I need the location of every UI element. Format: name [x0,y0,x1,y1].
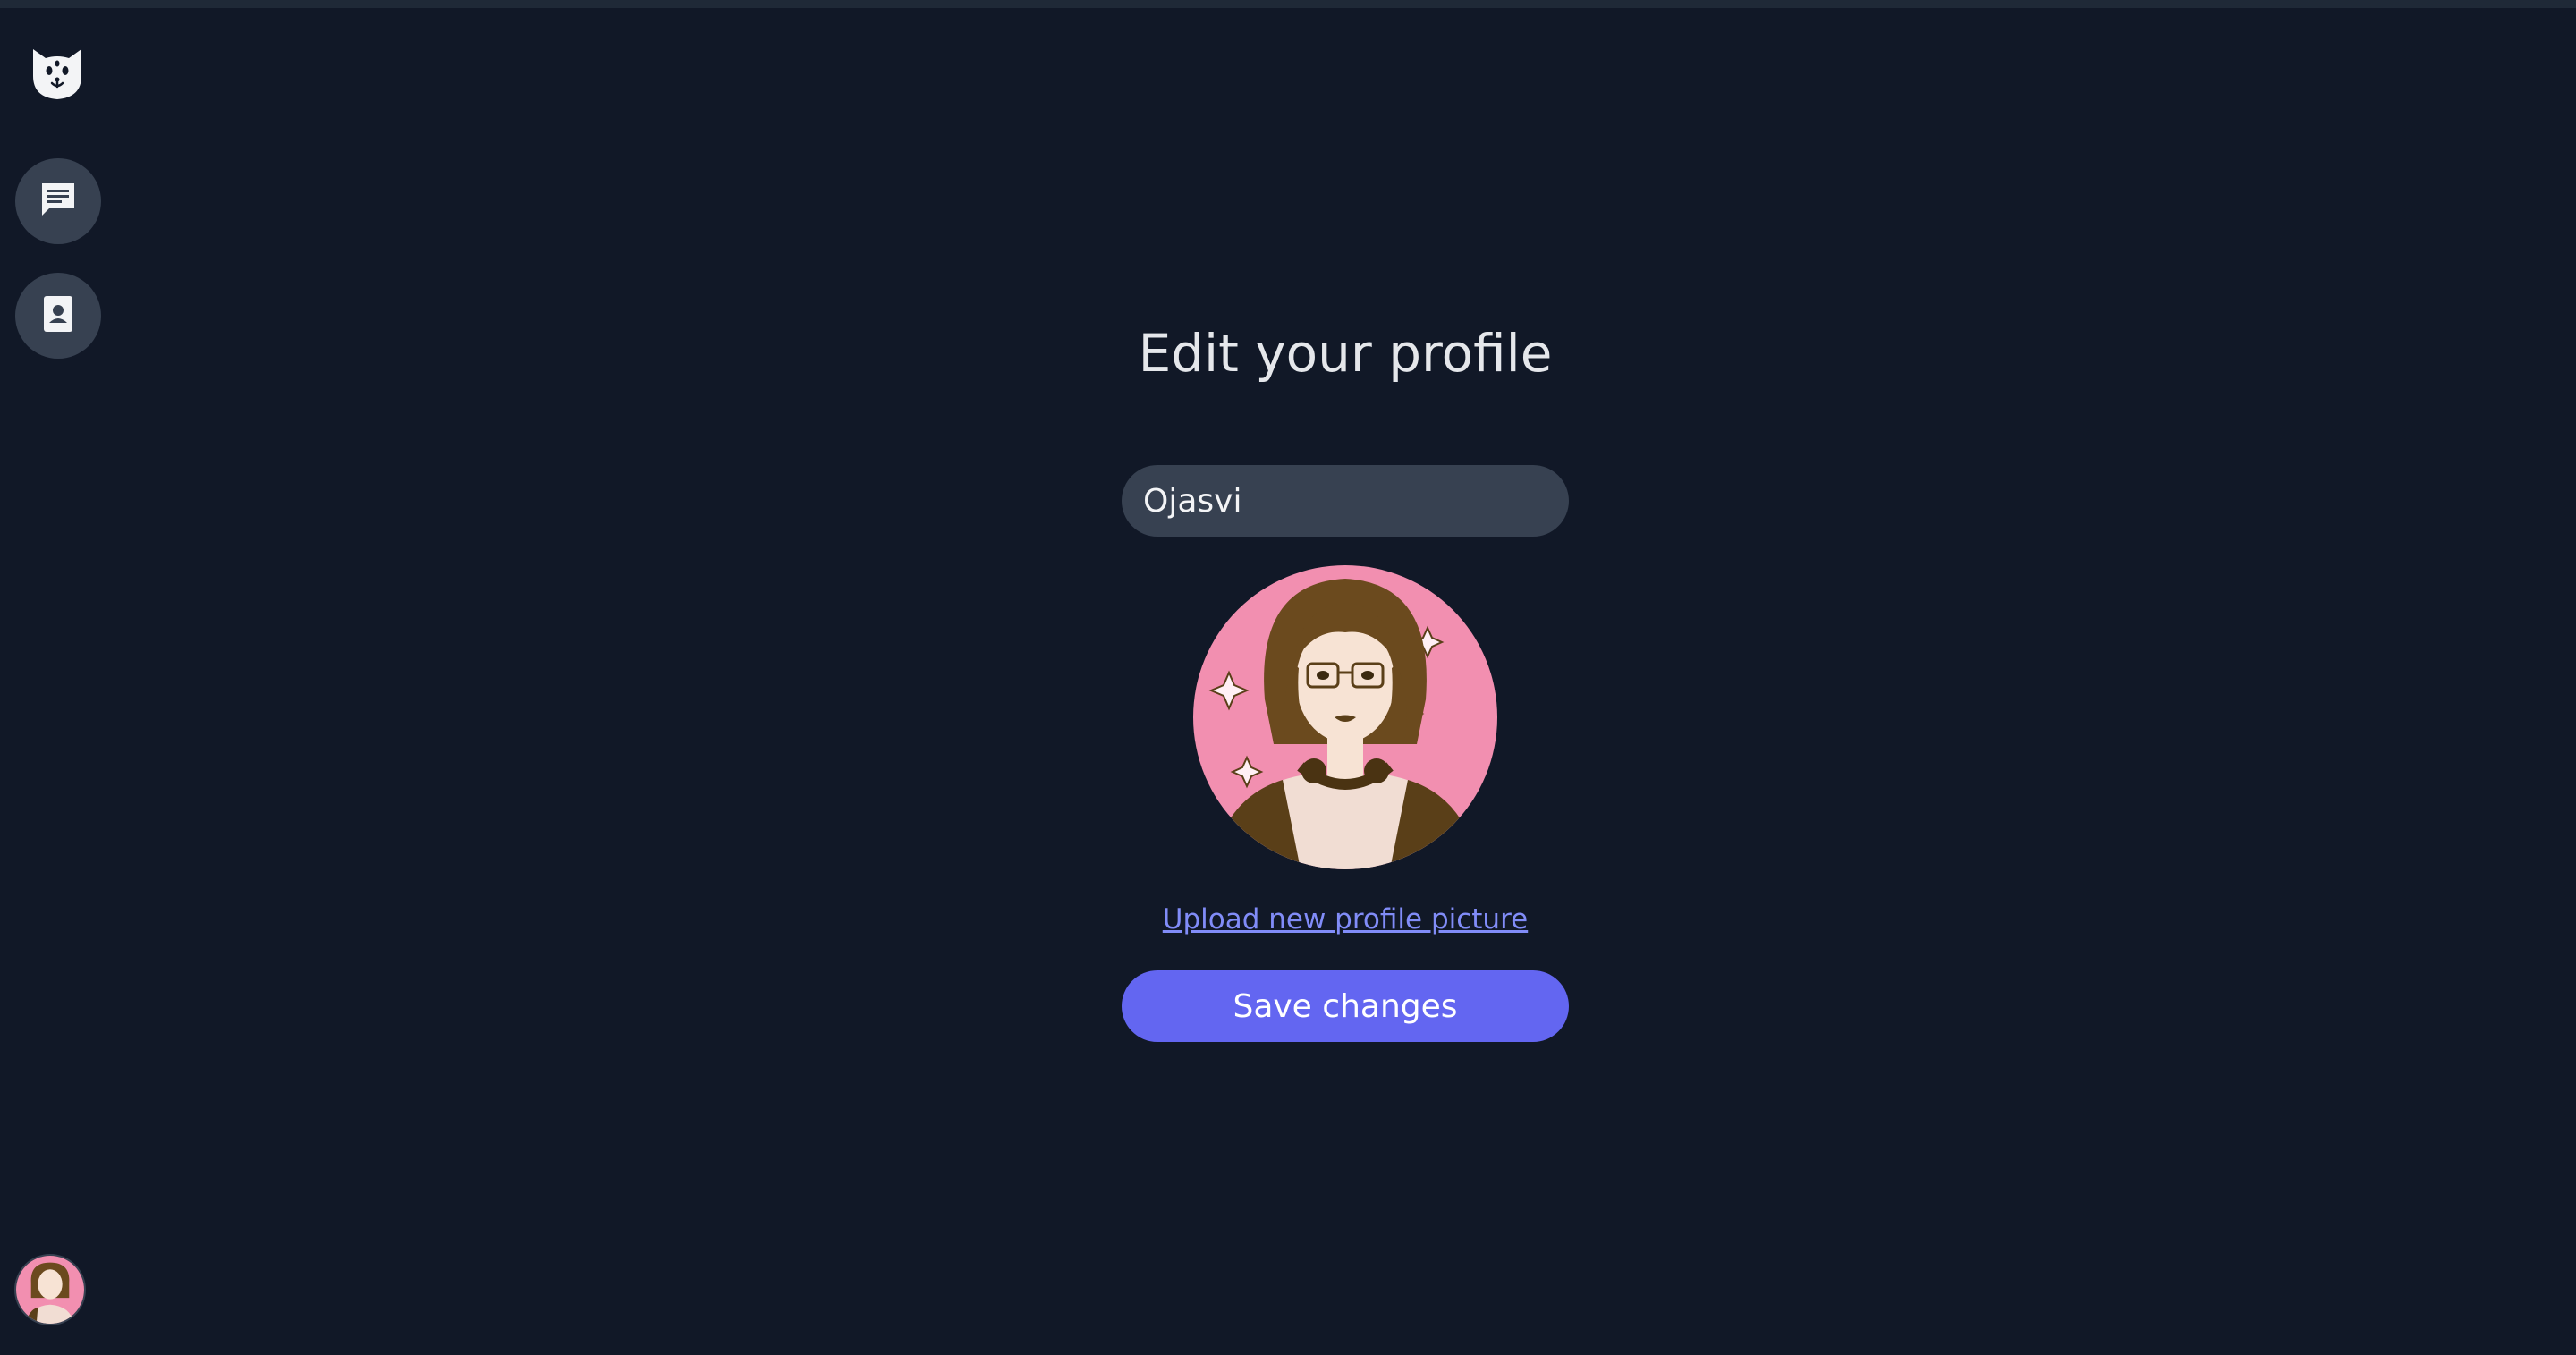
contacts-icon [37,292,80,339]
page-title: Edit your profile [1138,323,1553,384]
chat-icon [37,178,80,224]
display-name-input[interactable] [1122,465,1569,537]
upload-profile-picture-link[interactable]: Upload new profile picture [1122,900,1569,939]
sidebar-item-contacts[interactable] [15,273,101,359]
avatar[interactable] [14,1254,86,1325]
profile-picture [1193,565,1497,869]
sidebar [0,8,114,1355]
cat-logo-icon [28,44,87,103]
sidebar-item-chats[interactable] [15,158,101,244]
window-top-strip [0,0,2576,8]
save-button[interactable]: Save changes [1122,970,1569,1042]
